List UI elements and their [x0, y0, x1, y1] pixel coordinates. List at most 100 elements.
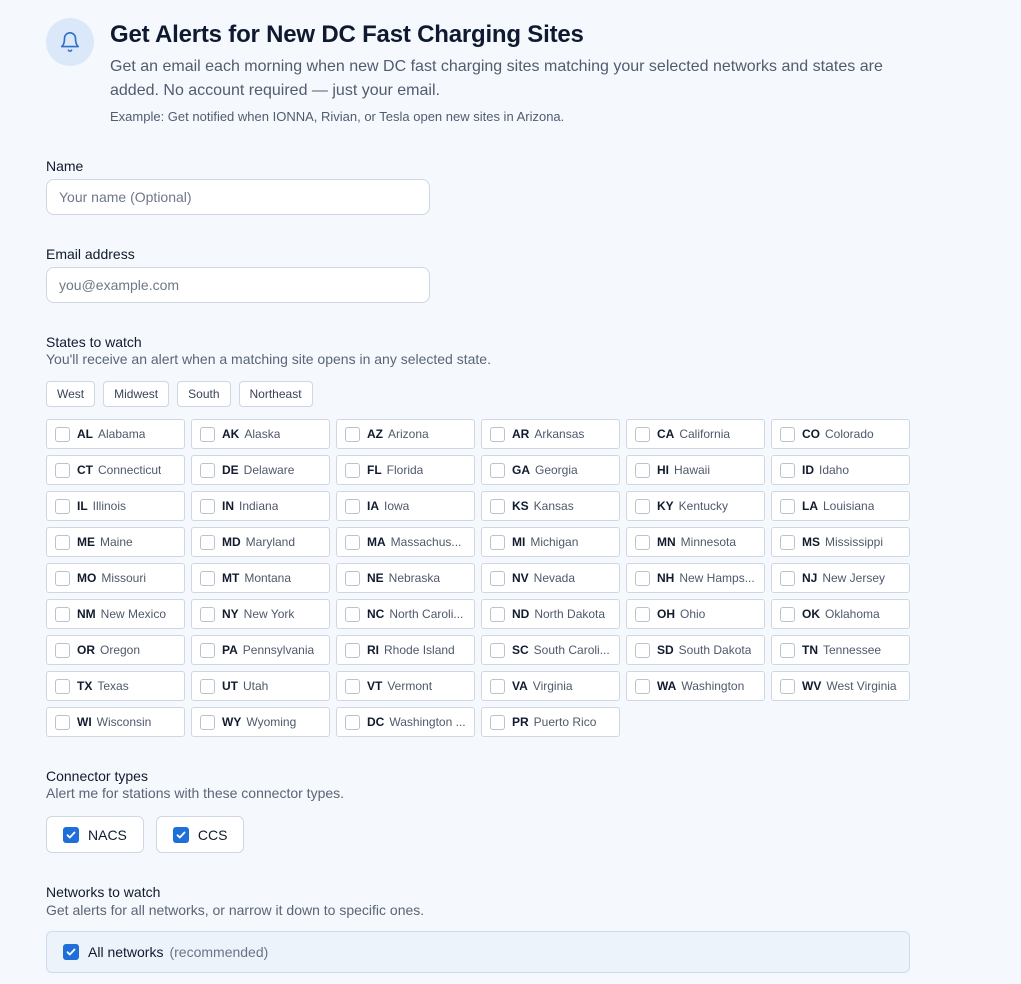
state-option-tx[interactable]: TX Texas [46, 671, 185, 701]
state-option-ca[interactable]: CA California [626, 419, 765, 449]
state-option-ok[interactable]: OK Oklahoma [771, 599, 910, 629]
state-option-nj[interactable]: NJ New Jersey [771, 563, 910, 593]
state-checkbox[interactable] [55, 606, 70, 622]
state-option-sc[interactable]: SC South Caroli... [481, 635, 620, 665]
state-checkbox[interactable] [55, 462, 70, 478]
state-option-sd[interactable]: SD South Dakota [626, 635, 765, 665]
state-checkbox[interactable] [55, 678, 70, 694]
state-checkbox[interactable] [780, 462, 795, 478]
state-checkbox[interactable] [490, 678, 505, 694]
state-option-il[interactable]: IL Illinois [46, 491, 185, 521]
state-checkbox[interactable] [55, 714, 70, 730]
state-checkbox[interactable] [780, 606, 795, 622]
region-button-south[interactable]: South [177, 381, 231, 407]
state-checkbox[interactable] [345, 498, 360, 514]
state-checkbox[interactable] [200, 606, 215, 622]
region-button-west[interactable]: West [46, 381, 96, 407]
state-option-ky[interactable]: KY Kentucky [626, 491, 765, 521]
state-option-ny[interactable]: NY New York [191, 599, 330, 629]
state-checkbox[interactable] [635, 498, 650, 514]
state-checkbox[interactable] [780, 678, 795, 694]
state-checkbox[interactable] [635, 534, 650, 550]
state-checkbox[interactable] [200, 642, 215, 658]
state-checkbox[interactable] [635, 570, 650, 586]
state-option-md[interactable]: MD Maryland [191, 527, 330, 557]
state-checkbox[interactable] [780, 642, 795, 658]
state-option-fl[interactable]: FL Florida [336, 455, 475, 485]
state-checkbox[interactable] [490, 498, 505, 514]
state-option-ct[interactable]: CT Connecticut [46, 455, 185, 485]
checkbox-checked[interactable] [172, 826, 189, 843]
state-checkbox[interactable] [55, 642, 70, 658]
state-checkbox[interactable] [345, 714, 360, 730]
state-option-pr[interactable]: PR Puerto Rico [481, 707, 620, 737]
state-option-or[interactable]: OR Oregon [46, 635, 185, 665]
state-checkbox[interactable] [635, 606, 650, 622]
state-option-ia[interactable]: IA Iowa [336, 491, 475, 521]
state-checkbox[interactable] [635, 678, 650, 694]
state-option-ut[interactable]: UT Utah [191, 671, 330, 701]
state-option-mt[interactable]: MT Montana [191, 563, 330, 593]
state-option-nh[interactable]: NH New Hamps... [626, 563, 765, 593]
state-checkbox[interactable] [55, 426, 70, 442]
state-option-nv[interactable]: NV Nevada [481, 563, 620, 593]
state-checkbox[interactable] [780, 426, 795, 442]
checkbox-checked[interactable] [63, 944, 79, 960]
state-checkbox[interactable] [490, 570, 505, 586]
state-checkbox[interactable] [345, 534, 360, 550]
state-option-wa[interactable]: WA Washington [626, 671, 765, 701]
state-option-nm[interactable]: NM New Mexico [46, 599, 185, 629]
state-option-in[interactable]: IN Indiana [191, 491, 330, 521]
state-checkbox[interactable] [490, 534, 505, 550]
state-checkbox[interactable] [345, 570, 360, 586]
state-checkbox[interactable] [200, 498, 215, 514]
state-option-hi[interactable]: HI Hawaii [626, 455, 765, 485]
state-checkbox[interactable] [780, 570, 795, 586]
state-option-me[interactable]: ME Maine [46, 527, 185, 557]
state-option-dc[interactable]: DC Washington ... [336, 707, 475, 737]
state-option-ms[interactable]: MS Mississippi [771, 527, 910, 557]
state-checkbox[interactable] [635, 462, 650, 478]
state-checkbox[interactable] [345, 462, 360, 478]
state-option-ri[interactable]: RI Rhode Island [336, 635, 475, 665]
state-option-ak[interactable]: AK Alaska [191, 419, 330, 449]
checkbox-checked[interactable] [63, 826, 79, 843]
state-option-nc[interactable]: NC North Caroli... [336, 599, 475, 629]
connector-option-nacs[interactable]: NACS [46, 816, 144, 853]
state-option-ma[interactable]: MA Massachus... [336, 527, 475, 557]
state-checkbox[interactable] [345, 678, 360, 694]
state-checkbox[interactable] [635, 642, 650, 658]
state-option-pa[interactable]: PA Pennsylvania [191, 635, 330, 665]
state-checkbox[interactable] [200, 570, 215, 586]
state-option-ne[interactable]: NE Nebraska [336, 563, 475, 593]
state-option-de[interactable]: DE Delaware [191, 455, 330, 485]
state-option-vt[interactable]: VT Vermont [336, 671, 475, 701]
state-checkbox[interactable] [345, 606, 360, 622]
state-option-ga[interactable]: GA Georgia [481, 455, 620, 485]
state-checkbox[interactable] [200, 534, 215, 550]
state-checkbox[interactable] [780, 534, 795, 550]
state-option-wy[interactable]: WY Wyoming [191, 707, 330, 737]
state-checkbox[interactable] [345, 642, 360, 658]
state-option-al[interactable]: AL Alabama [46, 419, 185, 449]
connector-option-ccs[interactable]: CCS [155, 816, 245, 853]
state-option-mn[interactable]: MN Minnesota [626, 527, 765, 557]
state-option-co[interactable]: CO Colorado [771, 419, 910, 449]
state-checkbox[interactable] [55, 534, 70, 550]
state-option-oh[interactable]: OH Ohio [626, 599, 765, 629]
state-option-va[interactable]: VA Virginia [481, 671, 620, 701]
state-checkbox[interactable] [345, 426, 360, 442]
state-checkbox[interactable] [200, 678, 215, 694]
state-checkbox[interactable] [490, 426, 505, 442]
state-option-mo[interactable]: MO Missouri [46, 563, 185, 593]
region-button-midwest[interactable]: Midwest [103, 381, 170, 407]
state-checkbox[interactable] [490, 462, 505, 478]
state-option-id[interactable]: ID Idaho [771, 455, 910, 485]
state-option-nd[interactable]: ND North Dakota [481, 599, 620, 629]
state-option-tn[interactable]: TN Tennessee [771, 635, 910, 665]
state-checkbox[interactable] [200, 462, 215, 478]
state-checkbox[interactable] [200, 714, 215, 730]
state-checkbox[interactable] [490, 642, 505, 658]
state-option-la[interactable]: LA Louisiana [771, 491, 910, 521]
state-option-ar[interactable]: AR Arkansas [481, 419, 620, 449]
